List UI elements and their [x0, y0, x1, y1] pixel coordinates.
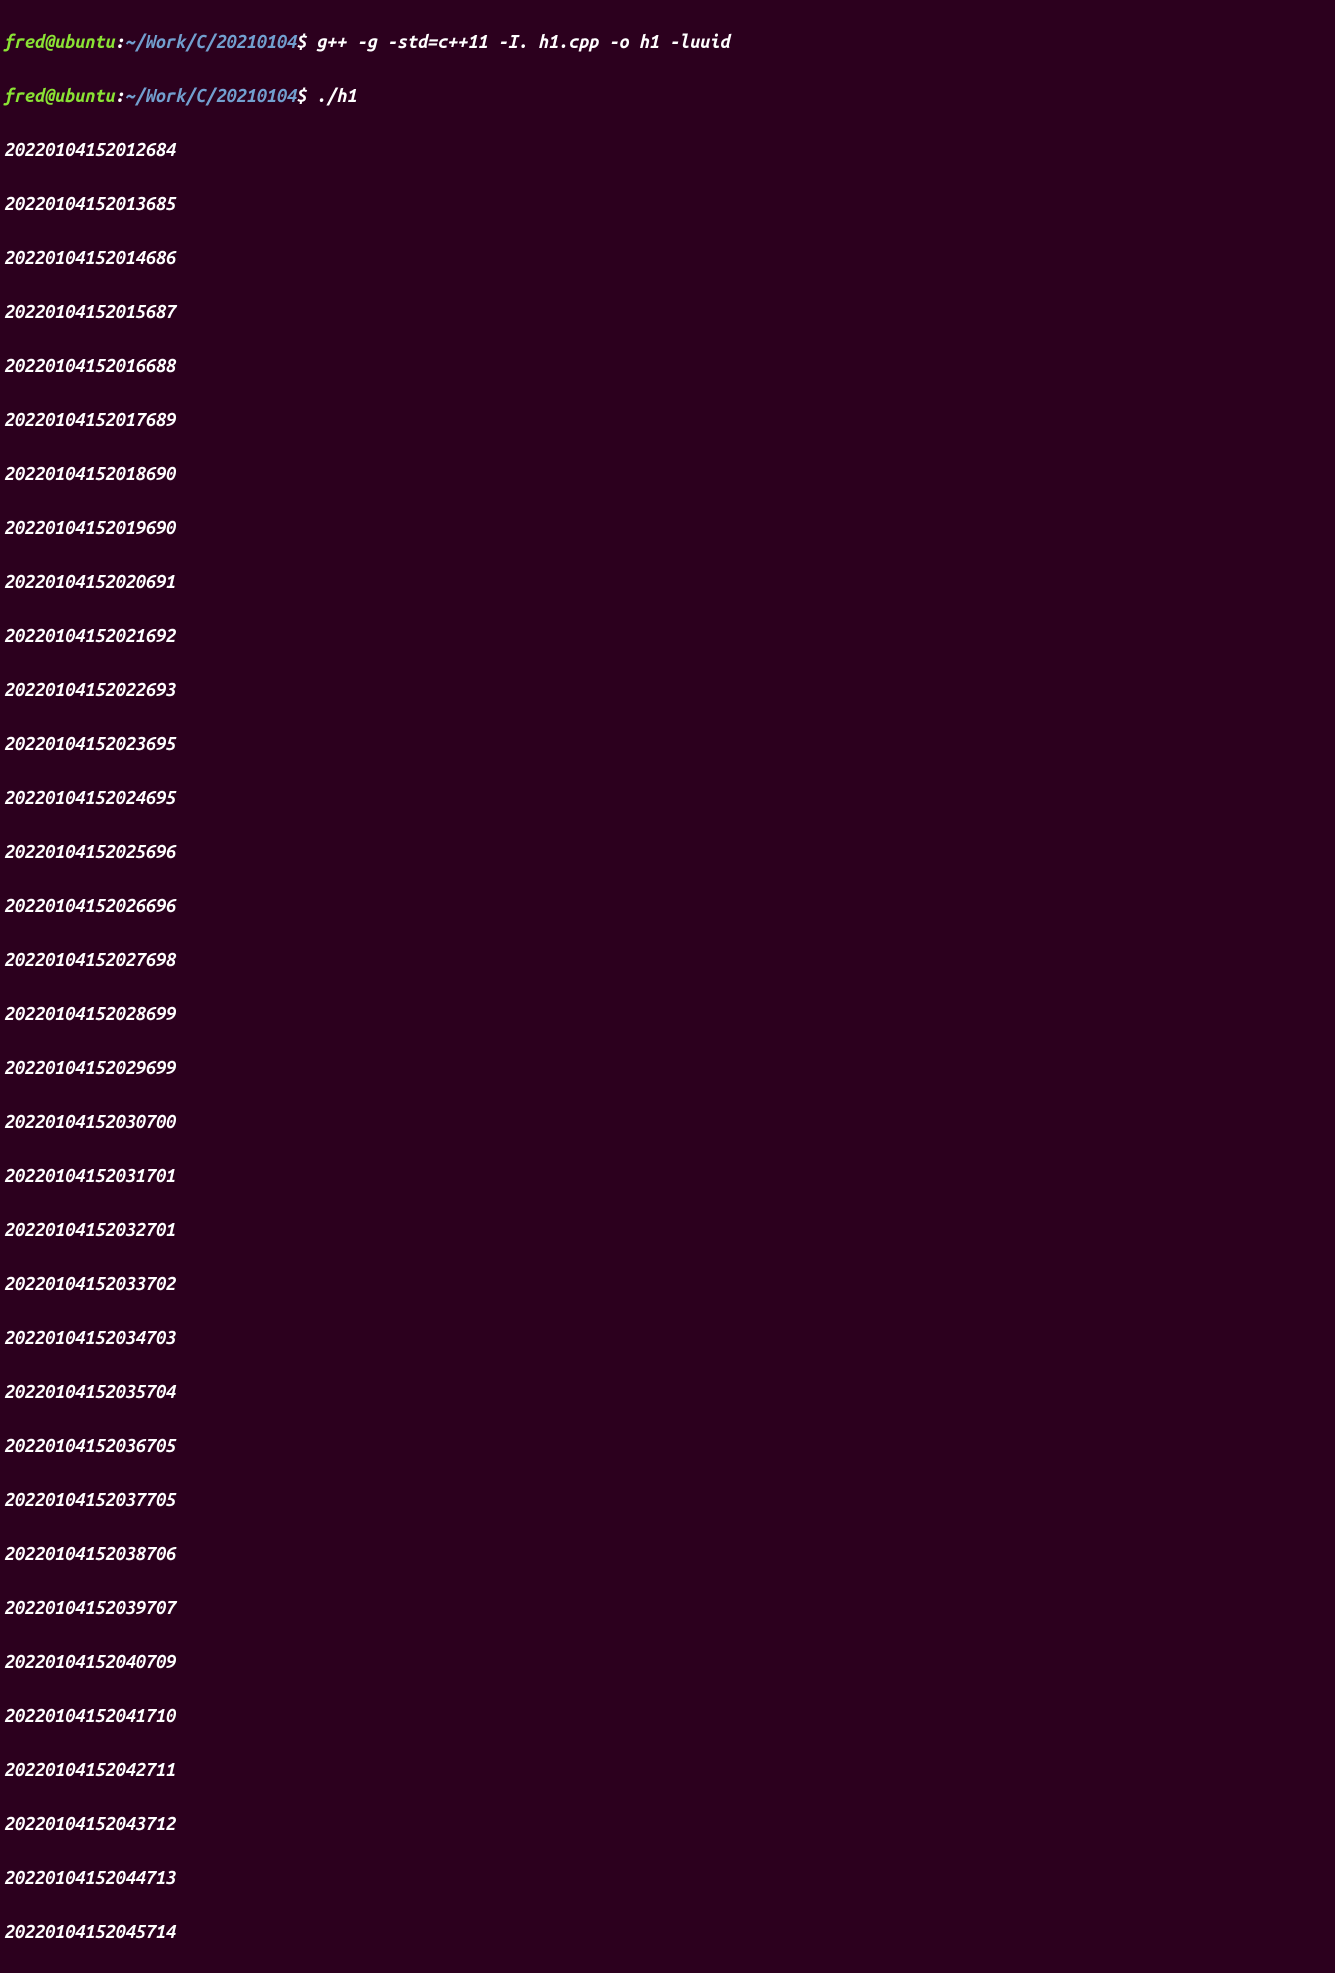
output-line: 20220104152014686 — [4, 245, 1331, 272]
prompt-colon: : — [115, 32, 125, 52]
output-line: 20220104152042711 — [4, 1757, 1331, 1784]
output-line: 20220104152013685 — [4, 191, 1331, 218]
output-line: 20220104152017689 — [4, 407, 1331, 434]
user-host: fred@ubuntu — [4, 32, 115, 52]
output-line: 20220104152045714 — [4, 1919, 1331, 1946]
output-line: 20220104152026696 — [4, 893, 1331, 920]
output-line: 20220104152039707 — [4, 1595, 1331, 1622]
output-line: 20220104152035704 — [4, 1379, 1331, 1406]
output-line: 20220104152021692 — [4, 623, 1331, 650]
output-line: 20220104152040709 — [4, 1649, 1331, 1676]
prompt-dollar: $ — [296, 32, 316, 52]
user-host: fred@ubuntu — [4, 86, 115, 106]
output-line: 20220104152041710 — [4, 1703, 1331, 1730]
prompt-line-1: fred@ubuntu:~/Work/C/20210104$ g++ -g -s… — [4, 29, 1331, 56]
output-line: 20220104152012684 — [4, 137, 1331, 164]
output-line: 20220104152033702 — [4, 1271, 1331, 1298]
prompt-line-2: fred@ubuntu:~/Work/C/20210104$ ./h1 — [4, 83, 1331, 110]
output-line: 20220104152022693 — [4, 677, 1331, 704]
output-line: 20220104152018690 — [4, 461, 1331, 488]
output-line: 20220104152015687 — [4, 299, 1331, 326]
command-text: ./h1 — [317, 86, 357, 106]
output-line: 20220104152020691 — [4, 569, 1331, 596]
working-directory: ~/Work/C/20210104 — [125, 32, 296, 52]
output-line: 20220104152030700 — [4, 1109, 1331, 1136]
output-line: 20220104152043712 — [4, 1811, 1331, 1838]
output-line: 20220104152023695 — [4, 731, 1331, 758]
terminal-window[interactable]: fred@ubuntu:~/Work/C/20210104$ g++ -g -s… — [4, 2, 1331, 1973]
working-directory: ~/Work/C/20210104 — [125, 86, 296, 106]
command-text: g++ -g -std=c++11 -I. h1.cpp -o h1 -luui… — [317, 32, 730, 52]
output-line: 20220104152028699 — [4, 1001, 1331, 1028]
output-line: 20220104152038706 — [4, 1541, 1331, 1568]
output-line: 20220104152016688 — [4, 353, 1331, 380]
output-line: 20220104152019690 — [4, 515, 1331, 542]
output-line: 20220104152031701 — [4, 1163, 1331, 1190]
output-line: 20220104152032701 — [4, 1217, 1331, 1244]
output-line: 20220104152029699 — [4, 1055, 1331, 1082]
prompt-colon: : — [115, 86, 125, 106]
output-line: 20220104152025696 — [4, 839, 1331, 866]
output-line: 20220104152034703 — [4, 1325, 1331, 1352]
output-line: 20220104152044713 — [4, 1865, 1331, 1892]
output-line: 20220104152037705 — [4, 1487, 1331, 1514]
output-line: 20220104152027698 — [4, 947, 1331, 974]
output-line: 20220104152036705 — [4, 1433, 1331, 1460]
output-line: 20220104152024695 — [4, 785, 1331, 812]
prompt-dollar: $ — [296, 86, 316, 106]
